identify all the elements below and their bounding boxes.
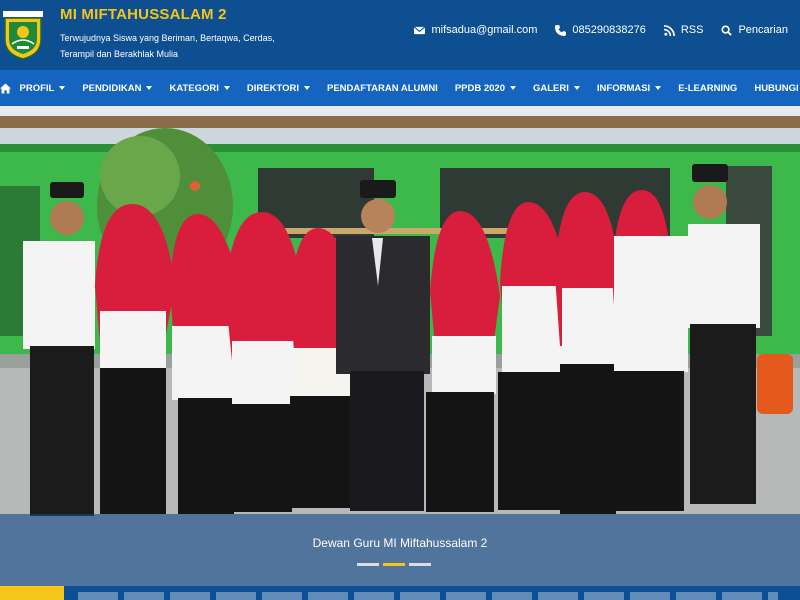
email-link[interactable]: mifsadua@gmail.com — [414, 24, 537, 36]
search-icon — [721, 24, 733, 36]
nav-item-ppdb-2020[interactable]: PPDB 2020 — [446, 70, 524, 106]
rss-icon — [663, 24, 675, 36]
nav-item-informasi[interactable]: INFORMASI — [588, 70, 669, 106]
nav-item-label: GALERI — [533, 82, 569, 94]
caret-down-icon — [573, 86, 580, 90]
site-header: MI MIFTAHUSSALAM 2 Terwujudnya Siswa yan… — [0, 0, 800, 70]
nav-item-label: DIREKTORI — [246, 82, 299, 94]
main-nav: PROFIL PENDIDIKAN KATEGORI DIREKTORI PENDAFT… — [0, 70, 800, 106]
site-title[interactable]: MI MIFTAHUSSALAM 2 — [60, 6, 227, 23]
caret-down-icon — [59, 86, 66, 90]
nav-home-button[interactable] — [0, 70, 11, 106]
nav-item-label: PENDIDIKAN — [82, 82, 142, 94]
nav-item-hubungi-kami[interactable]: HUBUNGI KAMI — [746, 70, 800, 106]
nav-item-direktori[interactable]: DIREKTORI — [238, 70, 318, 106]
slide-caption: Dewan Guru MI Miftahussalam 2 — [312, 536, 488, 550]
nav-item-pendidikan[interactable]: PENDIDIKAN — [74, 70, 161, 106]
nav-item-galeri[interactable]: GALERI — [525, 70, 589, 106]
phone-link[interactable]: 085290838276 — [555, 24, 646, 36]
home-icon — [0, 82, 11, 94]
school-logo[interactable] — [2, 10, 44, 60]
phone-text: 085290838276 — [572, 24, 646, 36]
caret-down-icon — [223, 86, 230, 90]
caret-down-icon — [655, 86, 662, 90]
news-ticker-text[interactable] — [78, 592, 778, 600]
rss-text: RSS — [680, 24, 704, 36]
nav-item-profil[interactable]: PROFIL — [11, 70, 74, 106]
slide-indicator-2[interactable] — [383, 563, 405, 566]
nav-item-label: PENDAFTARAN ALUMNI — [327, 82, 438, 94]
email-text: mifsadua@gmail.com — [431, 24, 538, 36]
hero-slider[interactable]: Dewan Guru MI Miftahussalam 2 — [0, 116, 800, 586]
nav-item-label: KATEGORI — [169, 82, 219, 94]
search-text: Pencarian — [738, 24, 788, 36]
slide-caption-bar: Dewan Guru MI Miftahussalam 2 — [0, 514, 800, 586]
search-button[interactable]: Pencarian — [721, 24, 788, 36]
phone-icon — [555, 24, 567, 36]
header-contacts: mifsadua@gmail.com 085290838276 RSS Penc… — [414, 24, 788, 36]
caret-down-icon — [304, 86, 310, 90]
nav-menu: PROFIL PENDIDIKAN KATEGORI DIREKTORI PENDAFT… — [11, 70, 800, 106]
nav-item-e-learning[interactable]: E-LEARNING — [670, 70, 746, 106]
rss-link[interactable]: RSS — [663, 24, 704, 36]
nav-item-label: INFORMASI — [596, 82, 651, 94]
nav-divider-strip — [0, 106, 800, 116]
nav-item-label: HUBUNGI KAMI — [754, 82, 800, 94]
nav-item-label: PPDB 2020 — [454, 82, 505, 94]
site-tagline: Terwujudnya Siswa yang Beriman, Bertaqwa… — [60, 33, 275, 59]
slider-indicators — [357, 563, 431, 566]
caret-down-icon — [146, 86, 153, 90]
nav-item-label: PROFIL — [19, 82, 55, 94]
nav-item-label: E-LEARNING — [678, 82, 738, 94]
nav-item-pendaftaran-alumni[interactable]: PENDAFTARAN ALUMNI — [319, 70, 447, 106]
envelope-icon — [414, 25, 426, 34]
caret-down-icon — [510, 86, 516, 90]
slide-indicator-3[interactable] — [409, 563, 431, 566]
news-ticker-label — [0, 586, 64, 600]
people-group — [23, 164, 760, 516]
nav-item-kategori[interactable]: KATEGORI — [161, 70, 238, 106]
slide-indicator-1[interactable] — [357, 563, 379, 566]
